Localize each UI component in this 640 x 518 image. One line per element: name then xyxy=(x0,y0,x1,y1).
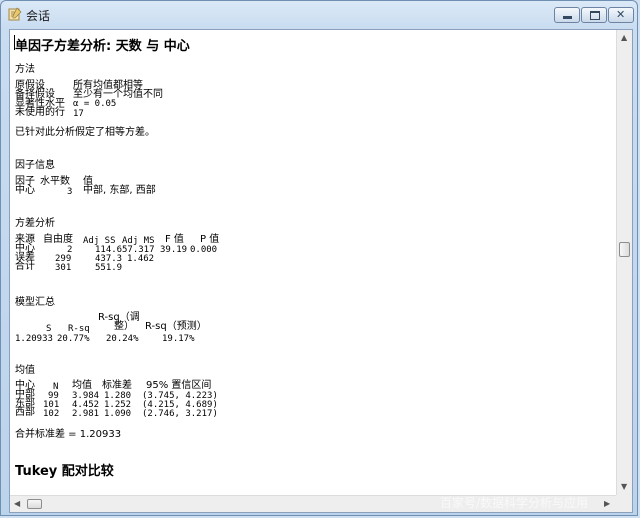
session-window: 会话 ✕ 单因子方差分析: 天数 与 中心 方法 原假设 所有均值都相等 备择假… xyxy=(0,0,638,516)
anova-title: 方差分析 xyxy=(15,218,55,229)
model-header: R-sq（预测） xyxy=(145,321,207,332)
model-header: S xyxy=(46,324,52,334)
window-title: 会话 xyxy=(26,9,51,23)
horizontal-scroll-thumb[interactable] xyxy=(27,499,42,509)
anova-cell: 39.19 xyxy=(160,245,188,255)
minimize-button[interactable] xyxy=(554,7,580,23)
model-cell: 1.20933 xyxy=(15,334,53,344)
anova-header: F 值 xyxy=(165,234,184,245)
scroll-left-icon[interactable]: ◀ xyxy=(14,499,20,509)
model-cell: 20.24% xyxy=(106,334,139,344)
anova-cell: 0.000 xyxy=(190,245,218,255)
means-header: 95% 置信区间 xyxy=(146,380,212,391)
scroll-up-icon[interactable]: ▲ xyxy=(621,33,627,43)
factor-cell: 中部, 东部, 西部 xyxy=(83,185,156,196)
maximize-button[interactable] xyxy=(581,7,607,23)
anova-cell: 301 xyxy=(55,263,72,273)
report-heading: 单因子方差分析: 天数 与 中心 xyxy=(15,39,190,54)
means-cell: 2.981 xyxy=(72,409,100,419)
scroll-down-icon[interactable]: ▼ xyxy=(621,482,627,492)
means-cell: 1.090 xyxy=(104,409,132,419)
factor-header: 水平数 xyxy=(40,176,70,187)
factor-info-title: 因子信息 xyxy=(15,160,55,171)
anova-header: 自由度 xyxy=(43,234,73,245)
maximize-icon xyxy=(590,11,600,20)
model-header: 整） xyxy=(114,321,134,332)
model-summary-title: 模型汇总 xyxy=(15,297,55,308)
close-icon: ✕ xyxy=(616,8,626,21)
model-cell: 20.77% xyxy=(57,334,90,344)
session-icon xyxy=(8,7,22,21)
scroll-right-icon[interactable]: ▶ xyxy=(604,499,610,509)
anova-cell: 551.9 xyxy=(95,263,123,273)
output-area[interactable]: 单因子方差分析: 天数 与 中心 方法 原假设 所有均值都相等 备择假设 至少有… xyxy=(10,30,617,495)
means-cell: 102 xyxy=(43,409,60,419)
vertical-scroll-thumb[interactable] xyxy=(619,242,630,257)
method-title: 方法 xyxy=(15,64,35,75)
watermark: 百家号/数据科学分析与应用 xyxy=(440,496,589,510)
anova-header: P 值 xyxy=(200,234,220,245)
method-note: 已针对此分析假定了相等方差。 xyxy=(15,127,155,138)
vertical-scrollbar[interactable]: ▲ ▼ xyxy=(616,30,632,495)
session-pane[interactable]: 单因子方差分析: 天数 与 中心 方法 原假设 所有均值都相等 备择假设 至少有… xyxy=(9,29,633,513)
means-title: 均值 xyxy=(15,365,35,376)
model-header: R-sq xyxy=(68,324,90,334)
means-header: 标准差 xyxy=(102,380,132,391)
anova-cell: 1.462 xyxy=(127,254,155,264)
factor-cell: 中心 xyxy=(15,185,35,196)
pooled-std-dev: 合并标准差 = 1.20933 xyxy=(15,429,122,440)
method-value: α = 0.05 xyxy=(73,99,117,109)
means-header: 均值 xyxy=(72,380,92,391)
close-button[interactable]: ✕ xyxy=(608,7,634,23)
title-bar[interactable]: 会话 ✕ xyxy=(1,1,637,29)
anova-cell: 合计 xyxy=(15,261,35,272)
tukey-heading: Tukey 配对比较 xyxy=(15,464,114,479)
factor-cell: 3 xyxy=(67,187,73,197)
method-label: 未使用的行 xyxy=(15,107,65,118)
method-value: 17 xyxy=(73,109,84,119)
model-cell: 19.17% xyxy=(162,334,195,344)
minimize-icon xyxy=(563,16,572,19)
scroll-corner xyxy=(616,495,632,512)
means-cell: (2.746, 3.217) xyxy=(142,409,218,419)
means-cell: 西部 xyxy=(15,407,35,418)
